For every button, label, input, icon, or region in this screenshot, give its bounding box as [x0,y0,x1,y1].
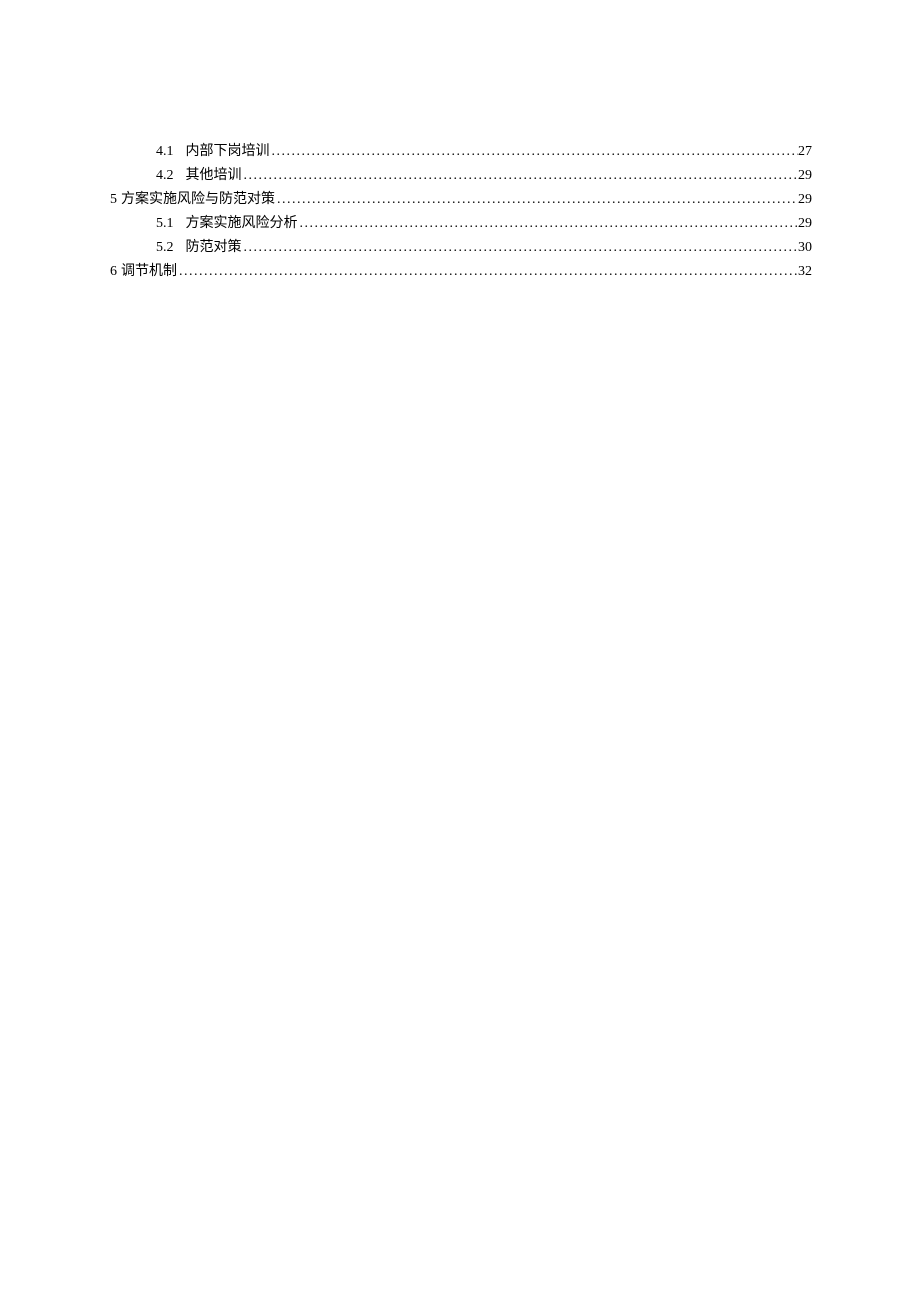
toc-leader [177,260,798,284]
toc-entry: 4.1 内部下岗培训 27 [110,140,812,164]
toc-title: 方案实施风险与防范对策 [121,188,275,212]
toc-number: 4.1 [156,140,174,164]
toc-leader [242,164,799,188]
toc-title: 调节机制 [121,260,177,284]
toc-title: 其他培训 [186,164,242,188]
toc-entry: 6 调节机制 32 [110,260,812,284]
toc-entry: 5.1 方案实施风险分析 29 [110,212,812,236]
toc-entry: 4.2 其他培训 29 [110,164,812,188]
toc-page: 29 [798,188,812,212]
toc-page: 32 [798,260,812,284]
toc-entry: 5 方案实施风险与防范对策 29 [110,188,812,212]
toc-number: 4.2 [156,164,174,188]
toc-number: 6 [110,260,117,284]
toc-page: 27 [798,140,812,164]
toc-leader [298,212,799,236]
toc-title: 防范对策 [186,236,242,260]
toc-number: 5 [110,188,117,212]
toc-leader [275,188,798,212]
toc-number: 5.2 [156,236,174,260]
toc-leader [270,140,799,164]
toc-title: 方案实施风险分析 [186,212,298,236]
toc-number: 5.1 [156,212,174,236]
toc: 4.1 内部下岗培训 27 4.2 其他培训 29 5 方案实施风险与防范对策 … [110,140,812,284]
toc-page: 30 [798,236,812,260]
toc-page: 29 [798,212,812,236]
toc-page: 29 [798,164,812,188]
toc-title: 内部下岗培训 [186,140,270,164]
toc-leader [242,236,799,260]
toc-entry: 5.2 防范对策 30 [110,236,812,260]
